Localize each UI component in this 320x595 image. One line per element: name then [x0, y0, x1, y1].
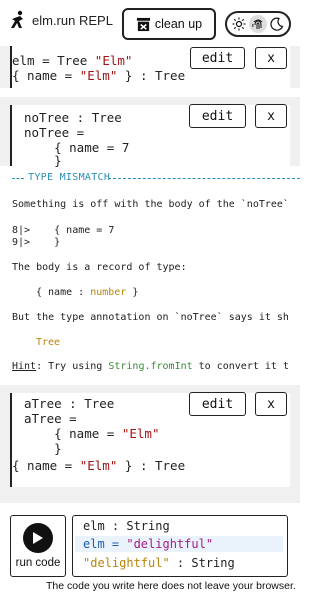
entry-3-result: { name = "Elm" } : Tree	[12, 458, 186, 473]
editor-line-3-suffix: : String	[169, 556, 235, 570]
hint-line: Hint: Try using String.fromInt to conver…	[12, 361, 289, 373]
close-button[interactable]: x	[255, 47, 287, 69]
record-type-suffix: }	[126, 287, 139, 298]
entry-3-line-2: aTree =	[24, 411, 77, 426]
run-code-label: run code	[15, 557, 61, 569]
repl-entry-1: elm = Tree "Elm" { name = "Elm" } : Tree…	[0, 46, 300, 88]
code-8: { name = 7	[30, 225, 115, 236]
editor-line-2-prefix: elm =	[83, 537, 127, 551]
record-type: { name : number }	[36, 287, 138, 299]
entry-2-line-4: }	[24, 153, 62, 168]
entry-1-result: { name = "Elm" } : Tree	[12, 68, 186, 83]
elm-logo-icon	[11, 10, 23, 28]
run-code-button[interactable]: run code	[10, 515, 66, 577]
moon-icon[interactable]	[270, 17, 284, 31]
clean-up-label: clean up	[154, 17, 203, 31]
record-type-prefix: { name :	[36, 287, 91, 298]
editor-line-1: elm : String	[83, 519, 170, 533]
theme-toggle[interactable]	[225, 11, 291, 37]
hint-label: Hint	[12, 361, 37, 372]
repl-entry-2: noTree : Tree noTree = { name = 7 } edit…	[0, 97, 300, 168]
play-icon	[23, 523, 53, 553]
entry-2-line-2: noTree =	[24, 125, 85, 140]
hint-text: : Try using	[36, 361, 109, 372]
error-message-3: But the type annotation on `noTree` says…	[12, 312, 289, 323]
error-code-line-9: 9|> }	[12, 237, 60, 249]
editor-line-2-string: "delightful"	[126, 537, 214, 551]
edit-button[interactable]: edit	[190, 47, 245, 69]
entry-3-line-3: { name = "Elm"	[24, 426, 160, 441]
hint-function: String.fromInt	[108, 361, 193, 372]
entry-2-line-1: noTree : Tree	[24, 110, 122, 125]
gutter-8: 8|>	[12, 225, 31, 236]
error-message-2: The body is a record of type:	[12, 262, 187, 273]
code-editor[interactable]: elm : String elm = "delightful" "delight…	[72, 515, 288, 577]
gutter-9: 9|>	[12, 237, 31, 248]
fingerprint-icon	[252, 19, 263, 29]
entry-1-line-1: elm = Tree "Elm"	[12, 53, 133, 68]
privacy-note: The code you write here does not leave y…	[46, 580, 296, 592]
error-code-line-8: 8|> { name = 7	[12, 225, 114, 237]
entry-3-line-4: }	[24, 441, 62, 456]
entry-3-line-1: aTree : Tree	[24, 396, 115, 411]
repl-entry-3: aTree : Tree aTree = { name = "Elm" } { …	[0, 385, 300, 503]
close-button[interactable]: x	[255, 104, 287, 128]
fingerprint-toggle[interactable]	[248, 15, 267, 33]
app-title: elm.run REPL	[32, 12, 113, 28]
close-button[interactable]: x	[255, 392, 287, 416]
edit-button[interactable]: edit	[189, 104, 246, 128]
trash-icon	[136, 17, 150, 31]
header: elm.run REPL clean up	[0, 0, 300, 46]
error-title: TYPE MISMATCH	[28, 172, 111, 183]
clean-up-button[interactable]: clean up	[122, 8, 216, 40]
expected-type: Tree	[36, 337, 61, 348]
editor-line-3: "delightful" : String	[83, 556, 235, 571]
record-type-number: number	[90, 287, 127, 298]
error-divider-right	[108, 178, 300, 179]
editor-line-3-string: "delightful"	[83, 556, 170, 570]
brand: elm.run REPL	[10, 10, 113, 30]
editor-line-2: elm = "delightful"	[83, 537, 213, 552]
edit-button[interactable]: edit	[189, 392, 246, 416]
hint-rest: to convert it t	[192, 361, 289, 372]
sun-icon[interactable]	[232, 17, 246, 31]
error-divider-left	[12, 178, 24, 179]
error-message-1: Something is off with the body of the `n…	[12, 199, 289, 210]
code-9: }	[30, 237, 61, 248]
